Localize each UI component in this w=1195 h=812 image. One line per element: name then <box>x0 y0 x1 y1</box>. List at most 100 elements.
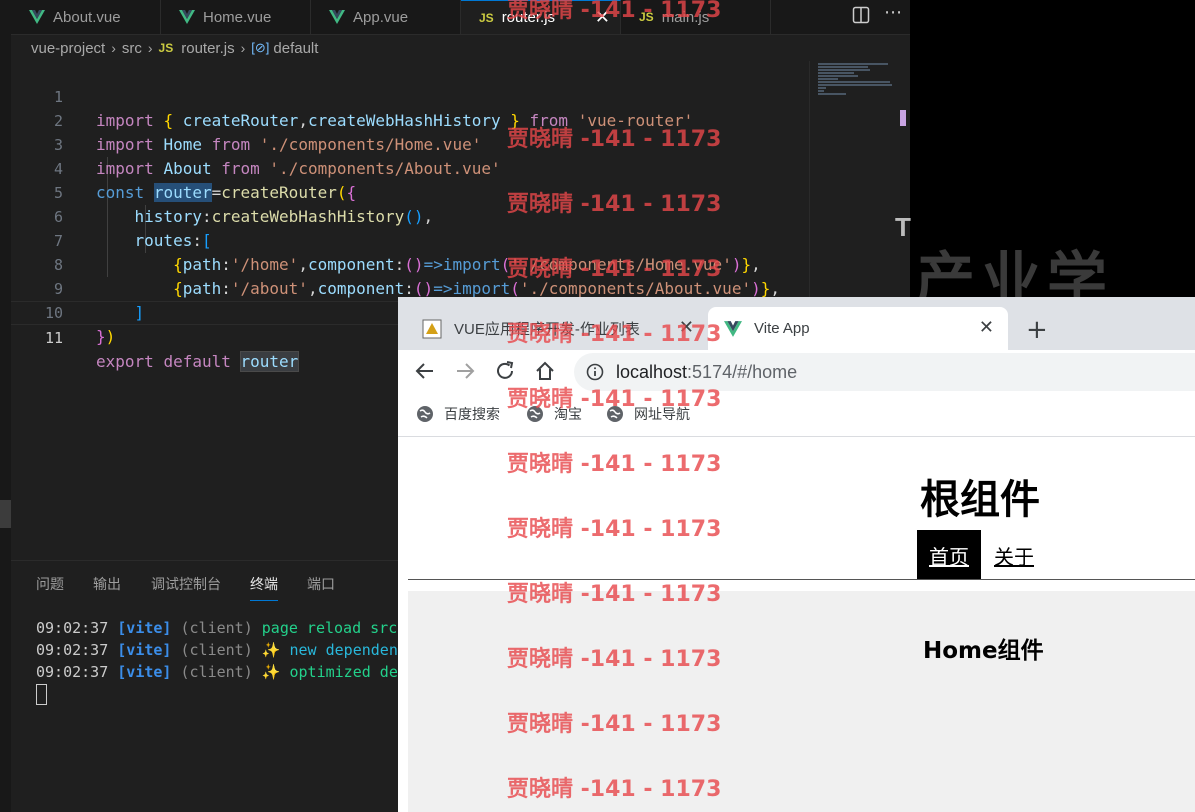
symbol-variable-icon: [⊘] <box>251 40 270 55</box>
divider <box>408 579 1195 580</box>
panel-tab-debug-console[interactable]: 调试控制台 <box>151 574 221 594</box>
breadcrumb: vue-project › src › JS router.js › [⊘] d… <box>11 35 910 61</box>
info-icon[interactable] <box>586 363 604 381</box>
breadcrumb-folder[interactable]: src <box>122 40 142 57</box>
browser-tab-vite-app[interactable]: Vite App ✕ <box>708 307 1008 350</box>
code-line: 6 routes:[ <box>11 181 809 250</box>
scrollbar-marker[interactable] <box>900 110 906 126</box>
back-arrow-icon[interactable] <box>414 360 436 382</box>
tab-label: Home.vue <box>203 8 272 26</box>
nav-link-about[interactable]: 关于 <box>994 530 1034 580</box>
term-time: 09:02:37 <box>36 641 109 659</box>
bookmark-label: 网址导航 <box>634 407 690 423</box>
url-host: localhost <box>616 362 688 382</box>
term-time: 09:02:37 <box>36 663 109 681</box>
code-line: 1 import { createRouter,createWebHashHis… <box>11 61 809 130</box>
js-icon: JS <box>479 10 494 25</box>
bookmark-label: 百度搜索 <box>444 407 500 423</box>
browser-window: VUE应用程序开发-作业列表 ✕ Vite App ✕ + localhost:… <box>398 297 1195 812</box>
home-icon[interactable] <box>534 360 556 382</box>
terminal-line: 09:02:37 [vite] (client) ✨ new dependen <box>36 639 406 661</box>
term-msg: page reload src/ <box>261 619 407 637</box>
chevron-right-icon: › <box>147 40 153 56</box>
background-letter: T <box>895 212 911 242</box>
tab-router-js[interactable]: JS router.js ✕ <box>461 0 621 34</box>
js-icon: JS <box>639 10 654 24</box>
new-tab-button[interactable]: + <box>1026 315 1048 345</box>
vue-icon <box>29 10 45 24</box>
tab-about-vue[interactable]: About.vue <box>11 0 161 34</box>
panel-tab-ports[interactable]: 端口 <box>307 574 335 594</box>
term-src: (client) <box>180 663 253 681</box>
terminal[interactable]: 09:02:37 [vite] (client) page reload src… <box>36 617 406 705</box>
term-msg: ✨ optimized de <box>261 663 398 681</box>
terminal-cursor <box>36 684 47 705</box>
address-bar[interactable]: localhost:5174/#/home <box>574 353 1195 391</box>
code-line: 7 {path:'/home',component:()=>import('./… <box>11 205 809 274</box>
term-src: (client) <box>180 641 253 659</box>
code-token: default <box>163 352 231 371</box>
web-page: 根组件 首页 关于 Home组件 <box>398 437 1195 812</box>
line-number: 11 <box>44 329 63 347</box>
browser-tab-label: Vite App <box>754 320 810 337</box>
close-icon[interactable]: ✕ <box>595 7 610 28</box>
bookmark-nav[interactable]: 网址导航 <box>606 404 690 424</box>
chevron-right-icon: › <box>111 40 116 56</box>
bookmark-taobao[interactable]: 淘宝 <box>526 404 582 424</box>
more-actions-icon[interactable]: ⋯ <box>884 2 903 23</box>
term-tag: [vite] <box>117 619 172 637</box>
term-src: (client) <box>180 619 253 637</box>
term-msg: ✨ new dependen <box>261 641 398 659</box>
tab-label: About.vue <box>53 8 121 26</box>
breadcrumb-symbol[interactable]: default <box>273 40 318 57</box>
breadcrumb-project[interactable]: vue-project <box>31 40 105 57</box>
panel-tab-terminal[interactable]: 终端 <box>250 574 278 601</box>
code-line: 3 import About from './components/About.… <box>11 109 809 178</box>
tab-label: App.vue <box>353 8 409 26</box>
editor-tab-bar: About.vue Home.vue App.vue JS router.js … <box>11 0 910 35</box>
tab-label: main.js <box>661 8 710 26</box>
code-token: router <box>239 351 300 372</box>
close-icon[interactable]: ✕ <box>979 317 994 338</box>
tab-label: router.js <box>501 9 556 26</box>
terminal-line: 09:02:37 [vite] (client) page reload src… <box>36 617 406 639</box>
code-line: 2 import Home from './components/Home.vu… <box>11 85 809 154</box>
globe-icon <box>417 406 433 422</box>
terminal-line: 09:02:37 [vite] (client) ✨ optimized de <box>36 661 406 683</box>
nav-link-home[interactable]: 首页 <box>917 530 981 580</box>
url-path: :5174/#/home <box>687 362 798 382</box>
close-icon[interactable]: ✕ <box>679 317 694 338</box>
js-icon: JS <box>158 41 174 55</box>
browser-tab-homework[interactable]: VUE应用程序开发-作业列表 ✕ <box>408 307 708 350</box>
view-heading: Home组件 <box>923 638 1044 664</box>
code-token: export <box>96 352 154 371</box>
bookmark-baidu[interactable]: 百度搜索 <box>416 404 500 424</box>
vue-icon <box>179 10 195 24</box>
code-line: 5 history:createWebHashHistory(), <box>11 157 809 226</box>
panel-tab-problems[interactable]: 问题 <box>36 574 64 594</box>
globe-icon <box>607 406 623 422</box>
code-line: 9 ] <box>11 253 809 322</box>
vue-icon <box>724 320 742 337</box>
favicon-icon <box>422 319 442 339</box>
split-editor-icon[interactable] <box>852 6 870 24</box>
reload-icon[interactable] <box>494 360 516 382</box>
activity-indicator[interactable] <box>0 500 11 528</box>
page-title: 根组件 <box>920 477 1040 523</box>
bookmark-label: 淘宝 <box>554 407 582 423</box>
tab-app-vue[interactable]: App.vue <box>311 0 461 34</box>
code-token: ) <box>105 327 116 346</box>
router-view: Home组件 <box>408 591 1195 812</box>
panel-tab-output[interactable]: 输出 <box>93 574 121 594</box>
code-line: 4 const router=createRouter({ <box>11 133 809 202</box>
url-text: localhost:5174/#/home <box>616 362 797 383</box>
tab-main-js[interactable]: JS main.js <box>621 0 771 34</box>
tab-home-vue[interactable]: Home.vue <box>161 0 311 34</box>
term-tag: [vite] <box>117 641 172 659</box>
forward-arrow-icon[interactable] <box>454 360 476 382</box>
breadcrumb-file[interactable]: router.js <box>181 40 234 57</box>
vue-icon <box>329 10 345 24</box>
browser-toolbar: localhost:5174/#/home <box>398 350 1195 394</box>
globe-icon <box>527 406 543 422</box>
code-line: 8 {path:'/about',component:()=>import('.… <box>11 229 809 298</box>
